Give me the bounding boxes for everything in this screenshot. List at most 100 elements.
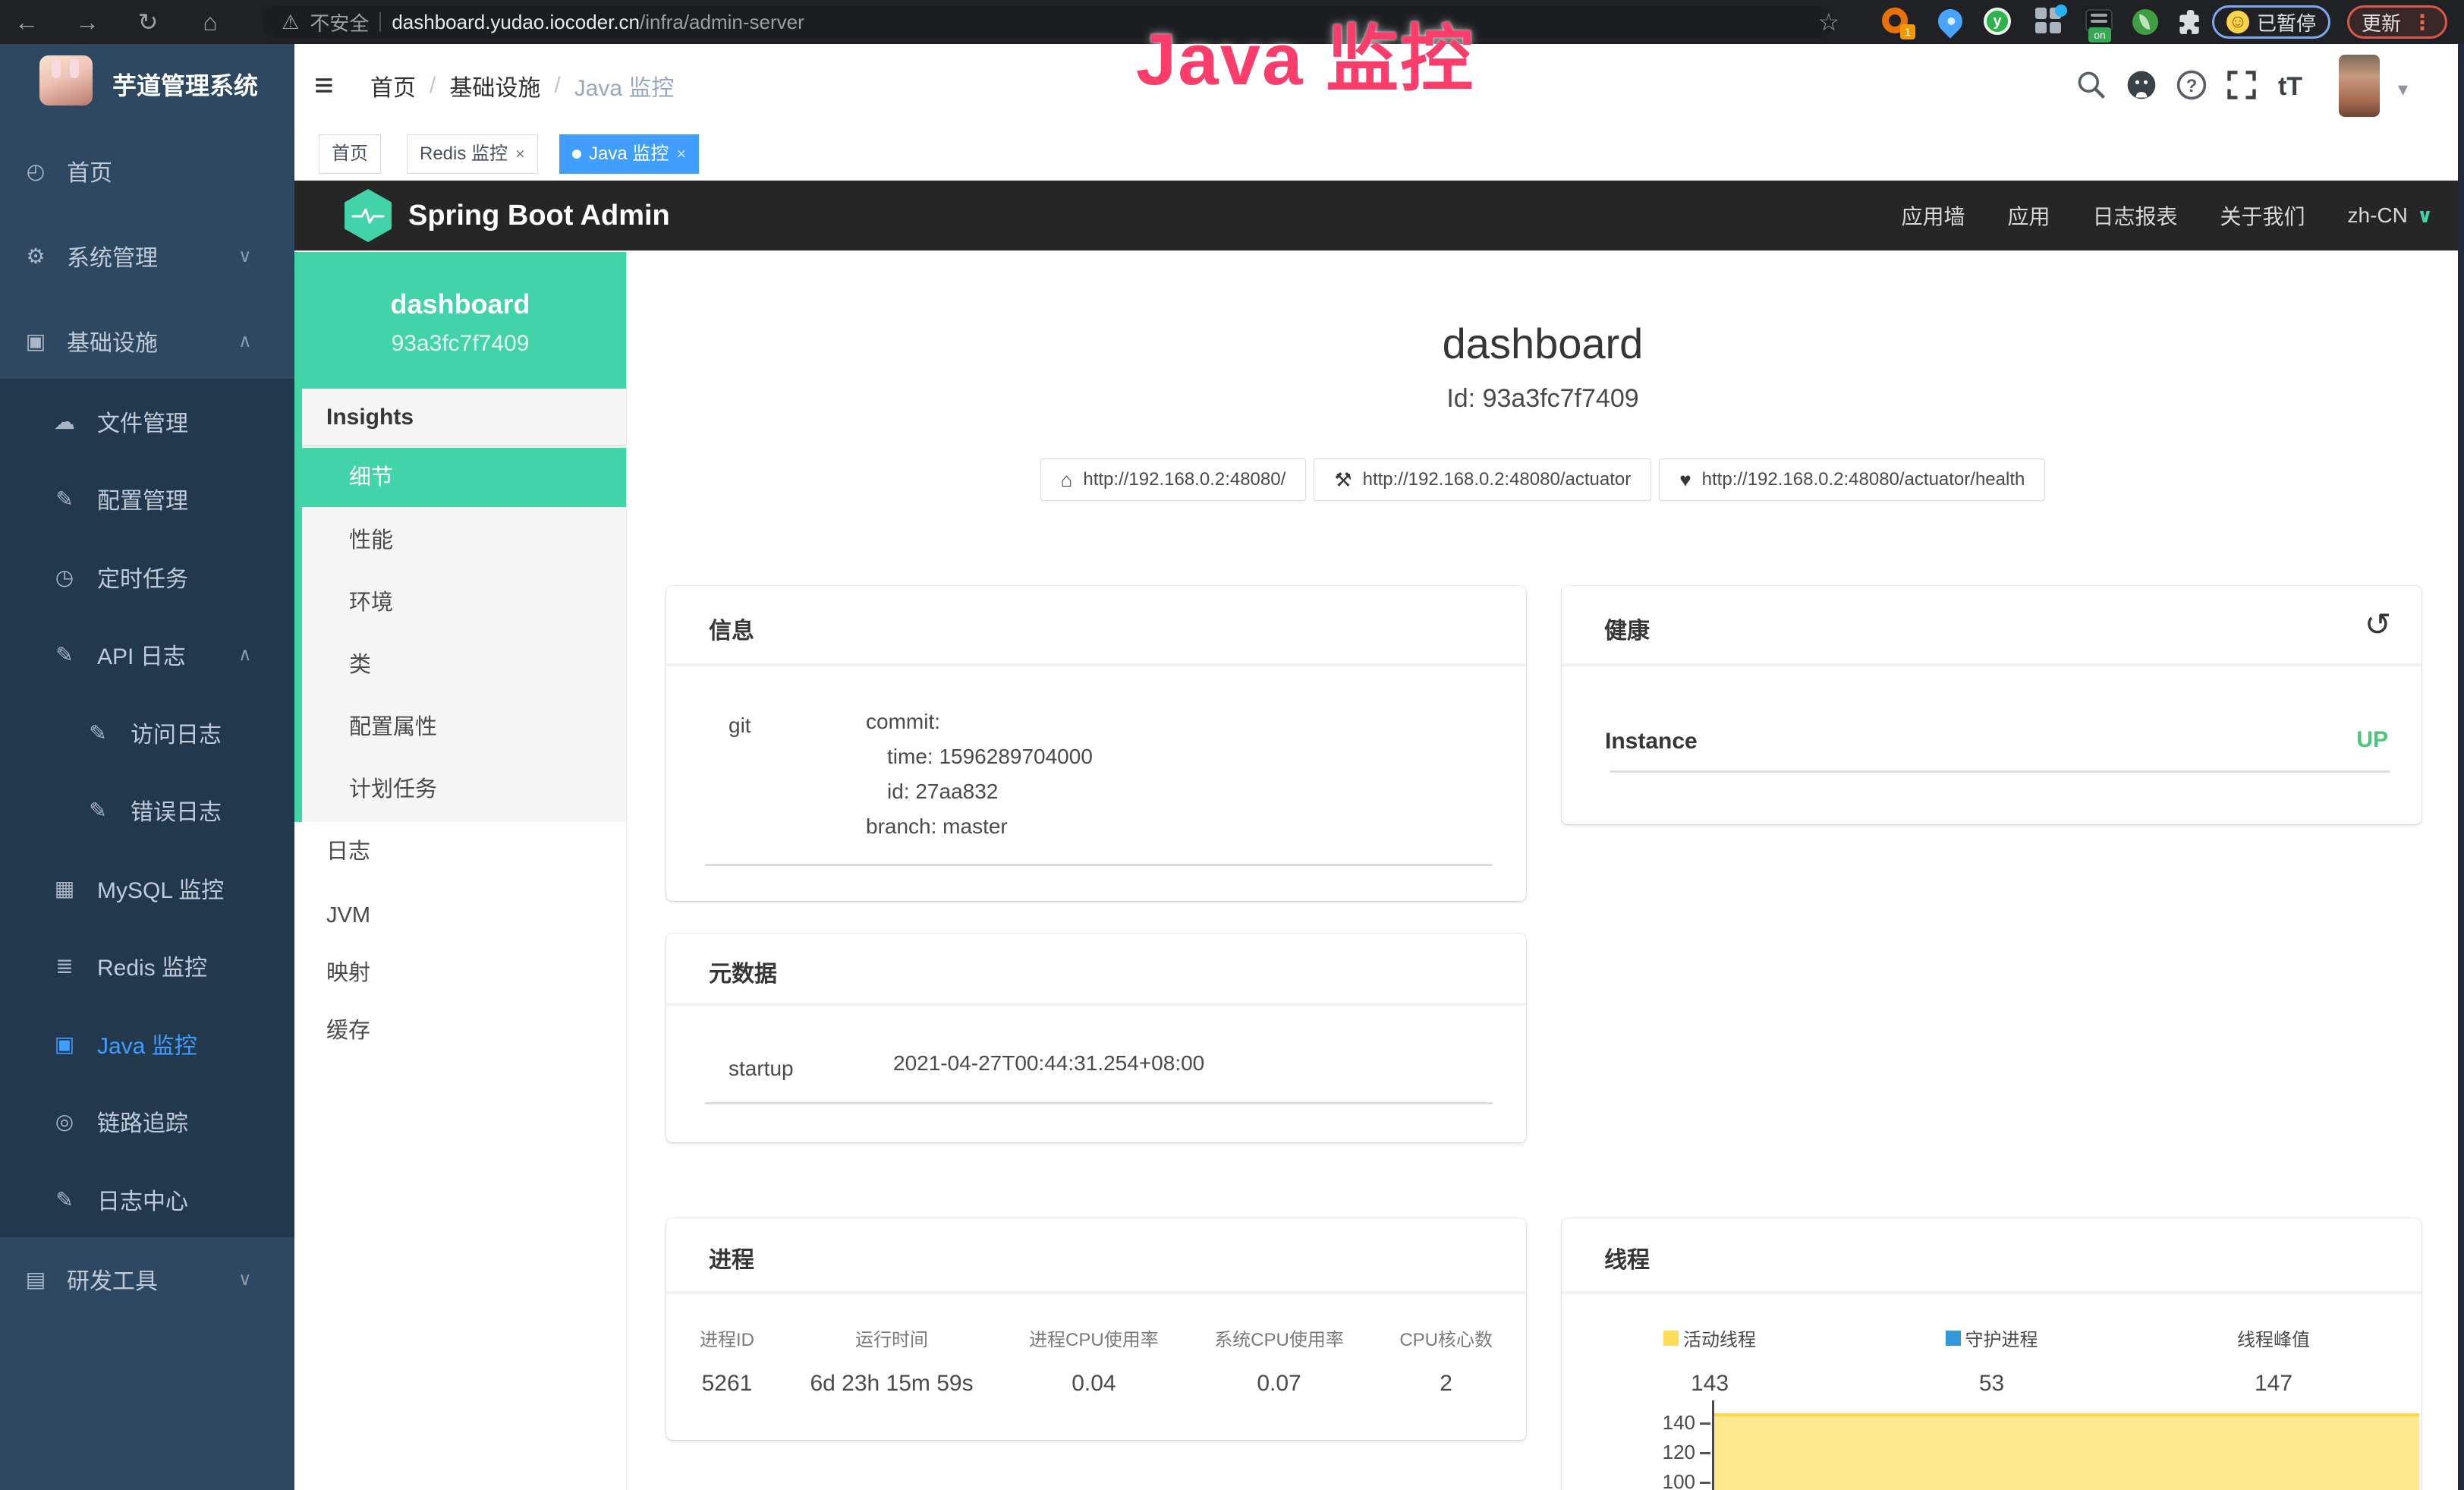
service-url-chip[interactable]: ⌂ http://192.168.0.2:48080/ [1040,458,1307,501]
threads-card: 线程 活动线程 143 守护进程 53 线程峰值 147 140 120 100 [1562,1218,2422,1490]
hamburger-icon[interactable]: ≡ [314,65,334,106]
instance-id: 93a3fc7f7409 [294,331,626,357]
active-group-indicator [294,389,302,824]
info-card: 信息 git commit: time: 1596289704000 id: 2… [666,586,1526,901]
app-logo [39,55,93,106]
instance-name: dashboard [294,288,626,320]
not-secure-icon: ⚠ [282,11,299,34]
address-divider [379,12,381,32]
extension-grid-icon[interactable] [2035,8,2064,36]
extension-switch-icon[interactable]: on [2085,8,2114,36]
chevron-up-icon: ∧ [238,330,252,352]
home-icon[interactable]: ⌂ [191,0,229,44]
actuator-url-chip[interactable]: ⚒ http://192.168.0.2:48080/actuator [1314,458,1651,501]
sba-language-select[interactable]: zh-CN ∨ [2348,203,2433,228]
sidebar-item-redis-monitor[interactable]: ≣ Redis 监控 [0,928,294,1003]
sidebar-item-api-logs[interactable]: ✎ API 日志 ∧ [0,616,294,692]
update-label: 更新 [2362,8,2401,36]
tab-java-monitor[interactable]: Java 监控 × [559,134,699,174]
history-icon[interactable]: ↺ [2365,606,2391,643]
layers-icon: ≣ [47,953,82,978]
chrome-menu-icon[interactable]: ⋮ [2412,10,2433,35]
bookmark-star-icon[interactable]: ☆ [1810,0,1848,44]
insights-item-metrics[interactable]: 性能 [302,511,626,570]
close-icon[interactable]: × [515,136,525,172]
tab-home[interactable]: 首页 [319,134,381,174]
sidebar-item-system-mgmt[interactable]: ⚙ 系统管理 ∨ [0,218,294,294]
sba-nav-wallboard[interactable]: 应用墙 [1901,200,1965,231]
sidebar-item-error-logs[interactable]: ✎ 错误日志 [0,772,294,848]
search-icon[interactable] [2075,68,2111,105]
insights-item-scheduled-tasks[interactable]: 计划任务 [302,760,626,819]
sidebar-item-dev-tools[interactable]: ▤ 研发工具 ∨ [0,1241,294,1317]
metadata-card-title: 元数据 [666,934,1526,988]
font-size-icon[interactable]: tT [2272,68,2308,105]
sidebar-item-jvm[interactable]: JVM [294,886,626,945]
sidebar-item-java-monitor[interactable]: ▣ Java 监控 [0,1006,294,1082]
extension-pin-icon[interactable] [1937,8,1965,36]
instance-header[interactable]: dashboard 93a3fc7f7409 [294,252,626,389]
scrollbar[interactable] [2458,44,2464,1490]
close-icon[interactable]: × [676,136,686,172]
forward-icon[interactable]: → [68,0,106,44]
back-icon[interactable]: ← [8,0,46,44]
sba-brand[interactable]: Spring Boot Admin [408,181,670,250]
edit-icon: ✎ [47,487,82,512]
github-icon[interactable] [2125,68,2161,105]
row-divider [705,864,1493,866]
sidebar-item-scheduled-jobs[interactable]: ◷ 定时任务 [0,539,294,615]
extension-green-y-icon[interactable]: y [1984,8,2012,36]
insights-item-classes[interactable]: 类 [302,635,626,695]
sidebar-item-mappings[interactable]: 映射 [294,943,626,1003]
extension-orange-icon[interactable]: 1 [1882,8,1911,36]
health-card-title: 健康 [1562,586,2422,645]
address-bar[interactable]: ⚠ 不安全 dashboard.yudao.iocoder.cn/infra/a… [262,6,1833,38]
endpoint-chips: ⌂ http://192.168.0.2:48080/ ⚒ http://192… [627,458,2459,501]
breadcrumb-infrastructure[interactable]: 基础设施 [449,69,540,102]
extensions-puzzle-icon[interactable] [2175,8,2204,36]
sba-nav-applications[interactable]: 应用 [2007,200,2050,231]
sidebar-item-file-mgmt[interactable]: ☁ 文件管理 [0,383,294,459]
chrome-update-button[interactable]: 更新 ⋮ [2347,5,2447,39]
sidebar-item-log-center[interactable]: ✎ 日志中心 [0,1161,294,1237]
process-stat-process-cpu: 进程CPU使用率 0.04 [1029,1325,1159,1397]
profile-paused-button[interactable]: ☺ 已暂停 [2212,5,2330,39]
sidebar-item-access-logs[interactable]: ✎ 访问日志 [0,695,294,770]
sidebar-item-logs[interactable]: 日志 [294,822,626,881]
heartbeat-icon: ♥ [1679,468,1691,492]
sidebar-item-mysql-monitor[interactable]: ▦ MySQL 监控 [0,850,294,926]
extension-leaf-icon[interactable] [2131,8,2160,36]
avatar[interactable] [2339,55,2380,117]
sidebar-item-config-mgmt[interactable]: ✎ 配置管理 [0,461,294,537]
app-sidebar: 芋道管理系统 ◴ 首页 ⚙ 系统管理 ∨ ▣ 基础设施 ∧ ☁ 文件管理 ✎ 配… [0,44,294,1490]
insights-item-details[interactable]: 细节 [302,448,626,507]
reload-icon[interactable]: ↻ [129,0,167,44]
caret-down-icon[interactable]: ▾ [2398,77,2408,101]
tab-redis-monitor[interactable]: Redis 监控 × [407,134,538,174]
insights-item-environment[interactable]: 环境 [302,573,626,632]
briefcase-icon: ▤ [18,1267,53,1292]
sba-nav-about[interactable]: 关于我们 [2220,200,2305,231]
breadcrumb-home[interactable]: 首页 [370,69,416,102]
sidebar-item-infrastructure[interactable]: ▣ 基础设施 ∧ [0,303,294,379]
sidebar-item-home[interactable]: ◴ 首页 [0,133,294,209]
sba-nav-journal[interactable]: 日志报表 [2093,200,2178,231]
extension-on-badge: on [2088,27,2111,43]
timer-icon: ◷ [47,565,82,590]
threads-card-title: 线程 [1562,1218,2422,1274]
process-stat-system-cpu: 系统CPU使用率 0.07 [1214,1325,1344,1397]
metadata-value: 2021-04-27T00:44:31.254+08:00 [893,1046,1204,1081]
row-divider [705,1102,1493,1104]
paused-label: 已暂停 [2257,8,2316,36]
fullscreen-icon[interactable] [2225,68,2261,105]
sidebar-item-trace[interactable]: ◎ 链路追踪 [0,1083,294,1159]
sidebar-item-caches[interactable]: 缓存 [294,1001,626,1060]
row-divider [1610,770,2390,773]
y-axis-tick-label: 120 [1630,1441,1695,1464]
sba-nav: 应用墙 应用 日志报表 关于我们 zh-CN ∨ [1901,181,2433,250]
breadcrumb-separator: / [430,73,436,99]
health-url-chip[interactable]: ♥ http://192.168.0.2:48080/actuator/heal… [1659,458,2045,501]
log-edit-icon: ✎ [80,720,115,745]
insights-item-config-props[interactable]: 配置属性 [302,698,626,757]
help-icon[interactable]: ? [2175,68,2211,105]
